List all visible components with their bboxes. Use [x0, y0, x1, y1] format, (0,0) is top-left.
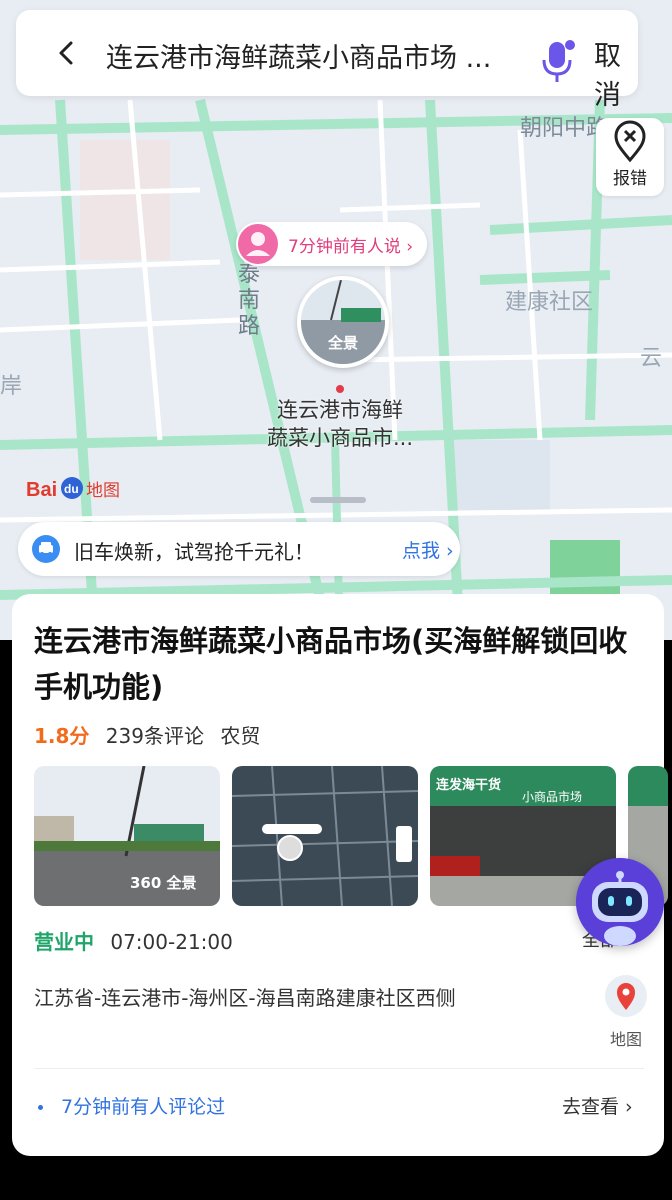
- svg-text:du: du: [64, 482, 79, 496]
- recent-review-note: 7分钟前有人评论过: [38, 1092, 225, 1119]
- user-avatar: [238, 224, 278, 264]
- ai-assistant-robot-icon[interactable]: [576, 858, 664, 946]
- hours-text: 07:00-21:00: [110, 930, 233, 954]
- svg-text:Bai: Bai: [26, 479, 57, 501]
- place-category: 农贸: [220, 724, 261, 748]
- review-count[interactable]: 239条评论: [106, 724, 204, 748]
- search-query-text[interactable]: 连云港市海鲜蔬菜小商品市场 ...: [106, 36, 491, 75]
- poi-map-name: 连云港市海鲜 蔬菜小商品市...: [266, 398, 414, 450]
- report-error-button[interactable]: 报错: [596, 118, 664, 196]
- drawer-handle[interactable]: [310, 497, 366, 503]
- search-bar[interactable]: 连云港市海鲜蔬菜小商品市场 ... 取消: [16, 10, 638, 111]
- store-sign-1: 连发海干货: [436, 778, 502, 793]
- location-error-icon: [614, 120, 646, 163]
- place-title: 连云港市海鲜蔬菜小商品市场(买海鲜解锁回收手机功能): [34, 624, 628, 704]
- area-label-jiankang: 建康社区: [505, 290, 594, 315]
- bubble-text: 7分钟前有人说 ›: [288, 236, 414, 257]
- bottom-edge: [0, 1160, 672, 1200]
- back-arrow-icon[interactable]: [54, 40, 80, 66]
- car-icon: [32, 535, 60, 563]
- cancel-button[interactable]: 取消: [594, 34, 638, 112]
- view-reviews-link[interactable]: 去查看 ›: [562, 1092, 633, 1119]
- panorama-label: 全景: [327, 334, 358, 352]
- map-shortcut-button[interactable]: 地图: [602, 974, 650, 1050]
- recent-comment-bubble[interactable]: 7分钟前有人说 ›: [236, 222, 428, 266]
- road-label-vertical: 泰南路: [238, 262, 261, 339]
- business-hours: 营业中 07:00-21:00: [34, 926, 233, 955]
- bullet-dot: [38, 1105, 43, 1110]
- report-error-label: 报错: [613, 169, 647, 189]
- area-label-yun: 云: [640, 346, 663, 371]
- map-shortcut-label: 地图: [609, 1030, 642, 1049]
- promo-banner[interactable]: 旧车焕新，试驾抢千元礼！ 点我 ›: [18, 522, 460, 576]
- open-status: 营业中: [34, 930, 94, 954]
- rating-score: 1.8分: [34, 724, 90, 748]
- place-address[interactable]: 江苏省-连云港市-海州区-海昌南路建康社区西侧: [34, 982, 494, 1014]
- poi-panorama-pin[interactable]: 全景: [297, 276, 389, 368]
- panorama-360-label: 360 全景: [130, 874, 197, 892]
- photo-map[interactable]: [232, 766, 418, 906]
- svg-text:地图: 地图: [86, 481, 120, 501]
- microphone-icon[interactable]: [541, 40, 575, 84]
- map-pin-icon: [605, 975, 647, 1017]
- promo-text: 旧车焕新，试驾抢千元礼！: [74, 540, 314, 564]
- road-label-chaoyang: 朝阳中路: [520, 116, 609, 141]
- rating-row: 1.8分 239条评论 农贸: [34, 720, 260, 749]
- divider: [34, 1068, 644, 1069]
- area-label-an: 岸: [0, 374, 23, 399]
- place-detail-card: 连云港市海鲜蔬菜小商品市场(买海鲜解锁回收手机功能) 1.8分 239条评论 农…: [12, 594, 668, 1156]
- promo-link[interactable]: 点我 ›: [402, 536, 454, 563]
- poi-location-dot: [336, 385, 344, 393]
- store-sign-2: 小商品市场: [522, 790, 583, 804]
- photo-panorama[interactable]: 360 全景: [34, 766, 220, 906]
